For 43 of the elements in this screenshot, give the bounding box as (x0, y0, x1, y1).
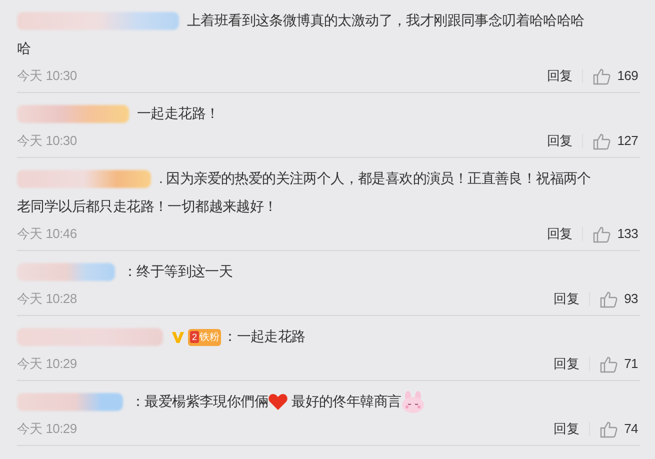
comment-text: 哈 (17, 40, 31, 56)
reply-link[interactable]: 回复 (554, 289, 580, 309)
thumbs-up-icon (593, 132, 612, 150)
comment-time: 今天 10:30 (17, 132, 77, 150)
reply-link[interactable]: 回复 (546, 131, 572, 151)
like-count: 133 (617, 225, 638, 244)
like-count: 74 (624, 420, 638, 438)
reply-link[interactable]: 回复 (546, 224, 572, 244)
comment-text: ：最爱楊紫李現你們倆 最好的佟年韓商言 (131, 393, 426, 409)
like-button[interactable]: 169 (593, 66, 638, 86)
like-button[interactable]: 74 (600, 419, 638, 439)
comment-time: 今天 10:30 (17, 67, 77, 86)
reply-link[interactable]: 回复 (546, 66, 572, 86)
thumbs-up-icon (593, 68, 612, 84)
bunny-emoji-icon (401, 391, 426, 414)
comment-time: 今天 10:46 (17, 225, 77, 244)
thumbs-up-icon (600, 420, 618, 438)
like-count: 93 (624, 290, 638, 308)
comment-time: 今天 10:29 (17, 420, 77, 438)
like-button[interactable]: 71 (600, 354, 638, 374)
like-button[interactable]: 93 (600, 289, 638, 309)
comment-text: 一起走花路！ (137, 105, 220, 121)
badge-level: 2 (190, 331, 199, 344)
verified-v-icon (171, 330, 185, 344)
like-count: 127 (617, 132, 638, 150)
comment-text: ：终于等到这一天 (123, 263, 233, 279)
comment-time: 今天 10:29 (17, 355, 77, 374)
thumbs-up-icon (600, 356, 618, 372)
comment-time: 今天 10:28 (17, 290, 77, 308)
comment-text: 老同学以后都只走花路！一切都越来越好！ (17, 198, 278, 214)
like-count: 169 (617, 67, 638, 86)
like-count: 71 (624, 355, 638, 374)
reply-link[interactable]: 回复 (554, 419, 580, 439)
comment-text: ：一起走花路 (223, 328, 306, 344)
heart-emoji-icon (268, 393, 288, 412)
badge-label: 铁粉 (200, 330, 220, 345)
comment-text: 上着班看到这条微博真的太激动了，我才刚跟同事念叨着哈哈哈哈 (187, 12, 584, 28)
like-button[interactable]: 127 (593, 131, 638, 151)
like-button[interactable]: 133 (593, 224, 638, 244)
comment-text: . 因为亲爱的热爱的关注两个人，都是喜欢的演员！正直善良！祝福两个 (159, 170, 591, 186)
reply-link[interactable]: 回复 (554, 354, 580, 374)
thumbs-up-icon (593, 226, 612, 242)
thumbs-up-icon (600, 290, 618, 308)
